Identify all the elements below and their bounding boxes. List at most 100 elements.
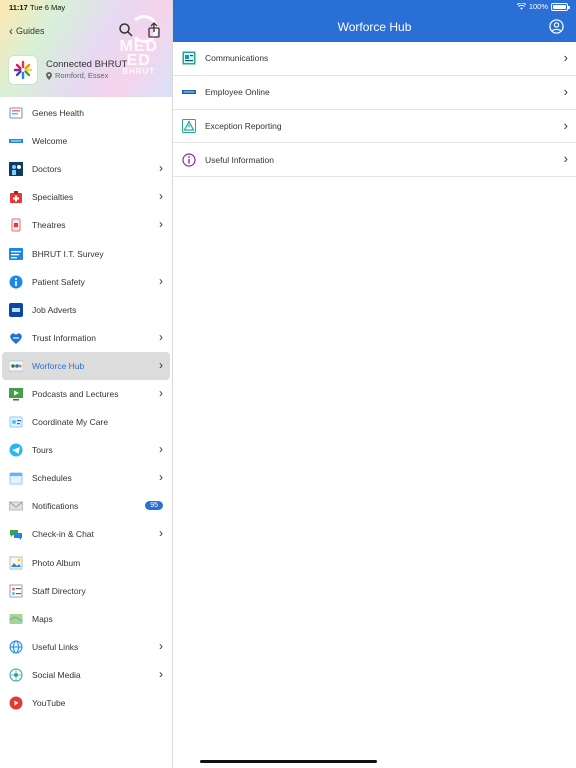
globe-icon	[9, 640, 23, 654]
welcome-icon	[9, 134, 23, 148]
sidebar-item-label: Social Media	[32, 669, 81, 680]
social-icon	[9, 668, 23, 682]
chevron-right-icon: ›	[159, 526, 163, 541]
sidebar-item-label: Genes Health	[32, 108, 84, 119]
location-pin-icon	[46, 71, 52, 80]
sidebar-item-label: Staff Directory	[32, 585, 86, 596]
list-item-useful-information[interactable]: Useful Information ›	[173, 143, 576, 177]
survey-icon	[9, 247, 23, 261]
chat-icon	[9, 527, 23, 541]
sidebar-item-label: Maps	[32, 613, 53, 624]
theatres-icon	[9, 218, 23, 232]
profile-icon[interactable]	[549, 19, 564, 34]
sidebar-item-maps[interactable]: Maps	[2, 605, 170, 633]
sidebar-item-label: Tours	[32, 445, 53, 456]
chevron-right-icon: ›	[159, 329, 163, 344]
sidebar-item-genes-health[interactable]: Genes Health	[2, 99, 170, 127]
main-panel: Worforce Hub Communications › Employee Onl…	[173, 0, 576, 768]
list-item-communications[interactable]: Communications ›	[173, 42, 576, 76]
share-icon[interactable]	[146, 22, 162, 38]
status-right: 100%	[516, 2, 570, 11]
communications-icon	[182, 51, 196, 65]
sidebar-item-welcome[interactable]: Welcome	[2, 127, 170, 155]
chevron-right-icon: ›	[159, 273, 163, 288]
sidebar-item-label: Welcome	[32, 136, 68, 147]
sidebar-item-label: Photo Album	[32, 557, 81, 568]
doctors-icon	[9, 162, 23, 177]
chevron-right-icon: ›	[563, 50, 568, 65]
employee-online-icon	[182, 85, 196, 99]
info-circle-icon	[182, 153, 196, 167]
sidebar-item-podcasts-and-lectures[interactable]: Podcasts and Lectures ›	[2, 380, 170, 408]
specialties-icon	[9, 190, 23, 204]
sidebar-nav: Genes Health Welcome Doctors › Specialties › T…	[0, 97, 172, 717]
chevron-right-icon: ›	[159, 189, 163, 204]
sidebar-item-trust-information[interactable]: Trust Information ›	[2, 324, 170, 352]
med-ed-watermark: MED ED BHRUT	[119, 39, 158, 76]
connected-logo-icon	[13, 60, 33, 80]
list-item-label: Useful Information	[205, 154, 274, 165]
status-bar: 11:17 Tue 6 May 100%	[0, 0, 576, 14]
chevron-right-icon: ›	[563, 117, 568, 133]
sidebar-item-label: Check-in & Chat	[32, 529, 94, 540]
app-location: Romford, Essex	[46, 71, 108, 80]
app-name: Connected BHRUT	[46, 59, 128, 70]
status-date: Tue 6 May	[30, 3, 66, 12]
list-item-label: Employee Online	[205, 87, 270, 98]
sidebar-item-specialties[interactable]: Specialties ›	[2, 183, 170, 211]
back-button[interactable]: ‹ Guides	[9, 25, 45, 37]
sidebar-item-worforce-hub[interactable]: Worforce Hub ›	[2, 351, 170, 380]
sidebar-item-label: Doctors	[32, 164, 62, 175]
chevron-right-icon: ›	[159, 217, 163, 232]
sidebar-item-photo-album[interactable]: Photo Album	[2, 549, 170, 577]
list-item-employee-online[interactable]: Employee Online ›	[173, 76, 576, 110]
sidebar-item-job-adverts[interactable]: Job Adverts	[2, 296, 170, 324]
sidebar-item-social-media[interactable]: Social Media ›	[2, 661, 170, 689]
sidebar-item-youtube[interactable]: YouTube	[2, 689, 170, 717]
map-icon	[9, 612, 23, 626]
chevron-right-icon: ›	[159, 470, 163, 485]
app-location-text: Romford, Essex	[55, 71, 109, 80]
sidebar-item-label: Theatres	[32, 220, 66, 231]
sidebar-item-schedules[interactable]: Schedules ›	[2, 464, 170, 492]
home-indicator	[200, 760, 377, 763]
sidebar-item-notifications[interactable]: Notifications 95	[2, 492, 170, 520]
workforce-list: Communications › Employee Online › Exception…	[173, 42, 576, 177]
directory-icon	[9, 584, 23, 598]
sidebar-item-label: BHRUT I.T. Survey	[32, 248, 104, 259]
app-logo	[9, 56, 37, 84]
sidebar-item-useful-links[interactable]: Useful Links ›	[2, 633, 170, 661]
sidebar-item-label: Useful Links	[32, 641, 79, 652]
podcast-icon	[9, 387, 23, 401]
sidebar-item-theatres[interactable]: Theatres ›	[2, 211, 170, 239]
sidebar-item-check-in-chat[interactable]: Check-in & Chat ›	[2, 520, 170, 548]
sidebar-item-coordinate-my-care[interactable]: Coordinate My Care	[2, 408, 170, 436]
genes-health-icon	[9, 106, 23, 120]
sidebar-item-label: Worforce Hub	[32, 360, 85, 371]
sidebar-item-label: YouTube	[32, 698, 66, 709]
chevron-right-icon: ›	[563, 83, 568, 99]
list-item-exception-reporting[interactable]: Exception Reporting ›	[173, 110, 576, 144]
chevron-right-icon: ›	[159, 666, 163, 681]
sidebar-item-bhrut-i-t-survey[interactable]: BHRUT I.T. Survey	[2, 239, 170, 267]
schedules-icon	[9, 471, 23, 485]
notification-count-badge: 95	[145, 501, 163, 511]
sidebar: ‹ Guides MED ED BHRUT Connected BHRUT Ro…	[0, 0, 173, 768]
chevron-right-icon: ›	[159, 357, 163, 372]
sidebar-item-doctors[interactable]: Doctors ›	[2, 155, 170, 183]
chevron-right-icon: ›	[563, 151, 568, 167]
trust-icon	[9, 331, 23, 345]
telegram-icon	[9, 443, 23, 457]
mail-icon	[9, 499, 23, 513]
status-time: 11:17	[9, 3, 28, 12]
sidebar-item-staff-directory[interactable]: Staff Directory	[2, 577, 170, 605]
chevron-right-icon: ›	[159, 638, 163, 653]
sidebar-item-label: Trust Information	[32, 332, 96, 343]
sidebar-item-tours[interactable]: Tours ›	[2, 436, 170, 464]
exception-icon	[182, 118, 196, 133]
wifi-icon	[516, 3, 526, 10]
sidebar-item-label: Patient Safety	[32, 276, 85, 287]
sidebar-item-patient-safety[interactable]: Patient Safety ›	[2, 268, 170, 296]
sidebar-item-label: Podcasts and Lectures	[32, 388, 119, 399]
sidebar-item-label: Specialties	[32, 192, 74, 203]
